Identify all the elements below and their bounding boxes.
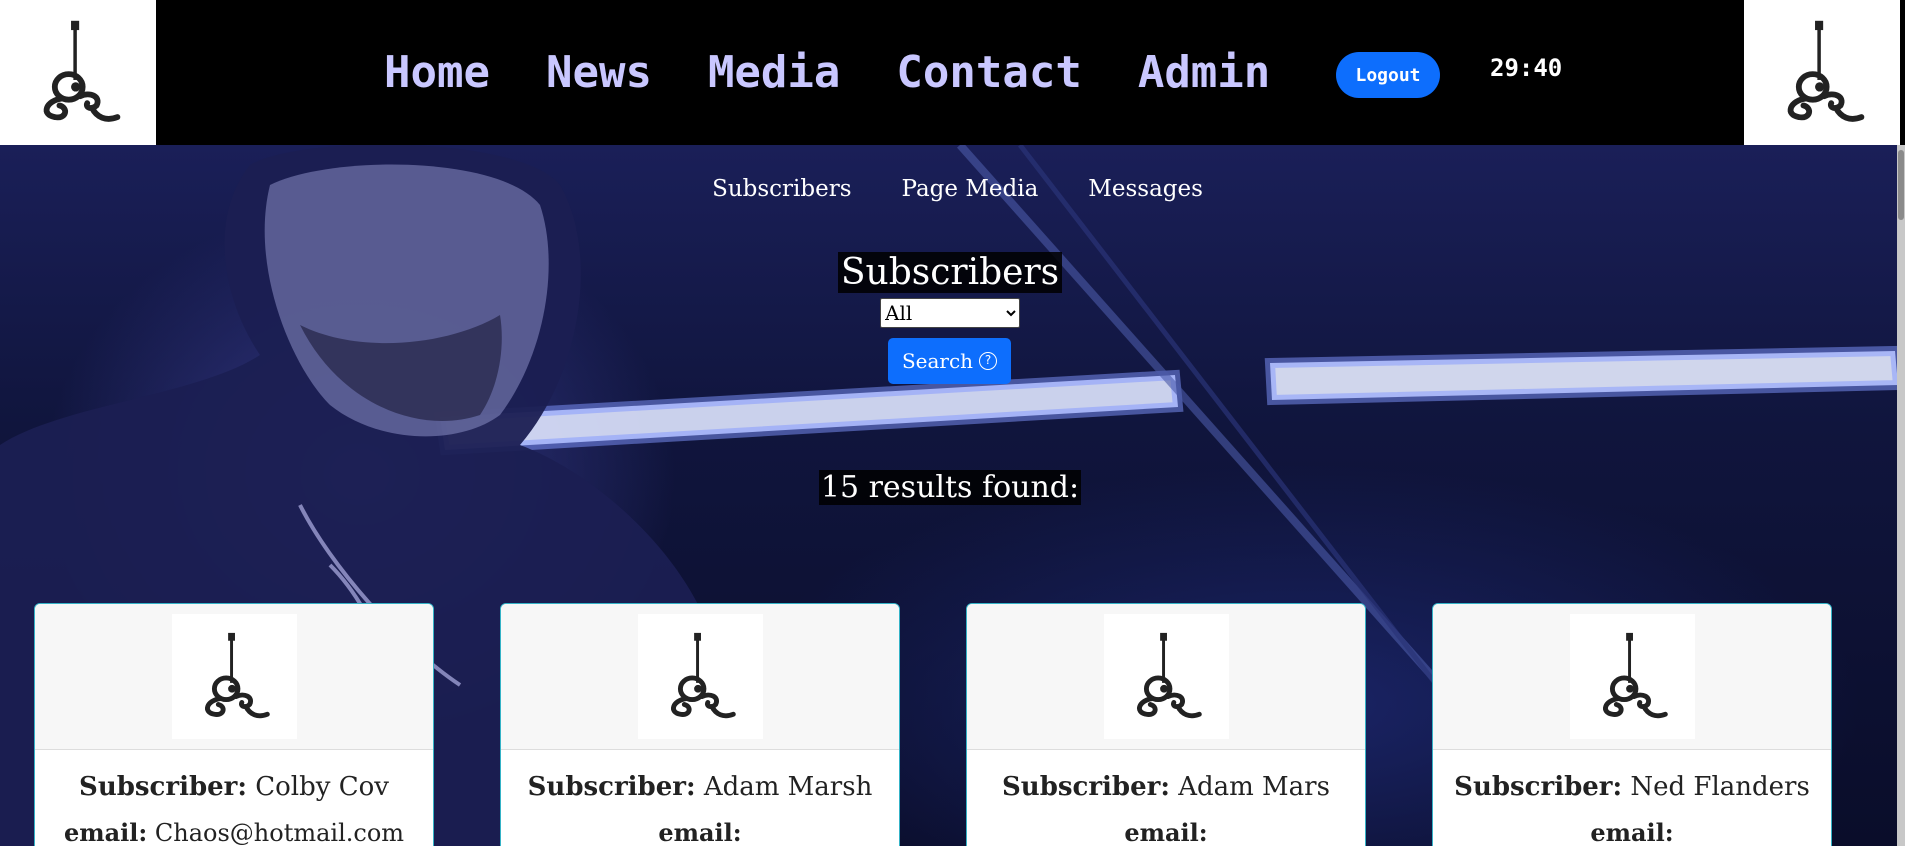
guitar-logo-icon	[1603, 632, 1668, 718]
subscriber-email: Chaos@hotmail.com	[154, 819, 405, 846]
page-title-wrap: Subscribers	[0, 252, 1900, 293]
email-label: email:	[658, 818, 742, 846]
nav-admin[interactable]: Admin	[1138, 47, 1270, 98]
site-logo-right[interactable]	[1744, 0, 1900, 145]
subscriber-card[interactable]: Subscriber: Ned Flanders email:	[1432, 603, 1832, 846]
subscriber-email-line: email:	[967, 818, 1365, 846]
subscriber-filter-select[interactable]: All	[880, 298, 1020, 328]
subscriber-name-line: Subscriber: Adam Mars	[967, 772, 1365, 802]
subscriber-label: Subscriber:	[1454, 772, 1623, 802]
page-title: Subscribers	[837, 252, 1063, 293]
subscriber-label: Subscriber:	[79, 772, 247, 802]
subscriber-email-line: email: Chaos@hotmail.com	[35, 818, 433, 846]
subnav-subscribers[interactable]: Subscribers	[712, 176, 851, 202]
search-button-label: Search	[901, 349, 974, 373]
card-header	[1433, 604, 1831, 750]
email-label: email:	[1590, 818, 1674, 846]
admin-subnav: Subscribers Page Media Messages	[0, 176, 1905, 202]
subscriber-name: Colby Cov	[255, 772, 389, 802]
subscriber-email-line: email:	[1433, 818, 1831, 846]
subscriber-name-line: Subscriber: Colby Cov	[35, 772, 433, 802]
main-nav: Home News Media Contact Admin	[384, 44, 1270, 100]
subscriber-name: Adam Mars	[1178, 772, 1330, 802]
session-timer: 29:40	[1490, 54, 1563, 82]
card-avatar	[171, 614, 297, 739]
subnav-page-media[interactable]: Page Media	[902, 176, 1039, 202]
subscriber-name: Ned Flanders	[1630, 772, 1810, 802]
guitar-logo-icon	[43, 20, 121, 122]
top-header: Home News Media Contact Admin Logout 29:…	[0, 0, 1905, 145]
card-header	[967, 604, 1365, 750]
email-label: email:	[1124, 818, 1208, 846]
email-label: email:	[63, 818, 148, 846]
subscriber-card[interactable]: Subscriber: Adam Mars email:	[966, 603, 1366, 846]
guitar-logo-icon	[1137, 632, 1202, 718]
subscriber-label: Subscriber:	[1002, 772, 1170, 802]
subscriber-email-line: email:	[501, 818, 899, 846]
site-logo-left[interactable]	[0, 0, 156, 145]
logout-button[interactable]: Logout	[1336, 52, 1440, 98]
card-avatar	[1103, 614, 1229, 739]
search-button[interactable]: Search ?	[888, 338, 1011, 384]
subnav-messages[interactable]: Messages	[1088, 176, 1203, 202]
card-header	[501, 604, 899, 750]
subscriber-name-line: Subscriber: Ned Flanders	[1433, 772, 1831, 802]
card-avatar	[1569, 614, 1695, 739]
subscriber-label: Subscriber:	[527, 772, 696, 802]
subscriber-name-line: Subscriber: Adam Marsh	[501, 772, 899, 802]
subscriber-name: Adam Marsh	[703, 772, 873, 802]
guitar-logo-icon	[1787, 20, 1865, 122]
nav-news[interactable]: News	[546, 47, 652, 98]
nav-home[interactable]: Home	[384, 47, 490, 98]
card-avatar	[637, 614, 763, 739]
guitar-logo-icon	[205, 632, 270, 718]
guitar-logo-icon	[671, 632, 736, 718]
subscriber-card[interactable]: Subscriber: Colby Cov email: Chaos@hotma…	[34, 603, 434, 846]
nav-media[interactable]: Media	[708, 47, 840, 98]
subscriber-card[interactable]: Subscriber: Adam Marsh email:	[500, 603, 900, 846]
results-count: 15 results found:	[818, 470, 1082, 505]
question-circle-icon: ?	[979, 352, 998, 370]
card-header	[35, 604, 433, 750]
results-count-wrap: 15 results found:	[0, 470, 1900, 505]
nav-contact[interactable]: Contact	[896, 47, 1081, 98]
